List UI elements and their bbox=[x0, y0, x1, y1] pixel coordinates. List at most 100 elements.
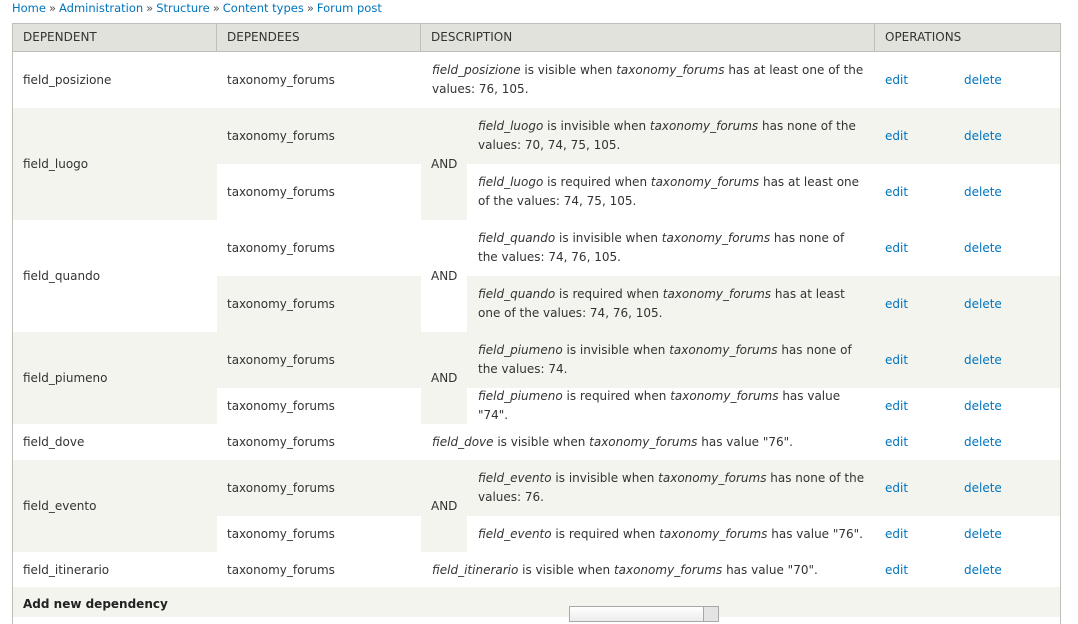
dependee-field-name: taxonomy_forums bbox=[227, 72, 335, 87]
dependency-description: field_posizione is visible when taxonomy… bbox=[432, 61, 866, 99]
table-row: field_evento AND taxonomy_forums field_even… bbox=[13, 460, 1060, 552]
dependent-cell: field_quando bbox=[13, 220, 216, 332]
dependent-field-italic: field_luogo bbox=[478, 175, 544, 189]
description-cell: field_posizione is visible when taxonomy… bbox=[421, 52, 874, 108]
description-values: has value "70". bbox=[722, 562, 818, 577]
edit-cell: edit bbox=[875, 332, 954, 388]
dependent-cell: field_evento bbox=[13, 460, 216, 552]
dependent-field-italic: field_posizione bbox=[432, 63, 521, 77]
dependee-field-italic: taxonomy_forums bbox=[659, 526, 768, 541]
delete-cell: delete bbox=[954, 332, 1060, 388]
delete-link[interactable]: delete bbox=[964, 241, 1002, 255]
edit-link[interactable]: edit bbox=[885, 241, 908, 255]
dependency-description: field_luogo is invisible when taxonomy_f… bbox=[478, 117, 866, 155]
dependent-field-name: field_piumeno bbox=[23, 370, 108, 385]
delete-link[interactable]: delete bbox=[964, 481, 1002, 495]
breadcrumb-separator: » bbox=[146, 1, 154, 15]
dependent-cell: field_luogo bbox=[13, 108, 216, 220]
edit-link[interactable]: edit bbox=[885, 399, 908, 413]
dependent-field-italic: field_evento bbox=[478, 526, 552, 541]
breadcrumb-separator: » bbox=[306, 1, 314, 15]
breadcrumb-structure[interactable]: Structure bbox=[156, 1, 210, 15]
description-condition: is required when bbox=[551, 526, 660, 541]
dependency-description: field_piumeno is invisible when taxonomy… bbox=[478, 341, 866, 379]
edit-cell: edit bbox=[875, 164, 954, 220]
edit-link[interactable]: edit bbox=[885, 73, 908, 87]
dependee-field-italic: taxonomy_forums bbox=[669, 343, 778, 357]
dependee-cell: taxonomy_forums bbox=[217, 220, 421, 276]
description-cell: field_luogo is invisible when taxonomy_f… bbox=[467, 108, 874, 164]
breadcrumb-content-types[interactable]: Content types bbox=[223, 1, 304, 15]
delete-link[interactable]: delete bbox=[964, 129, 1002, 143]
delete-link[interactable]: delete bbox=[964, 435, 1002, 449]
breadcrumb-forum-post[interactable]: Forum post bbox=[317, 1, 382, 15]
breadcrumb-administration[interactable]: Administration bbox=[59, 1, 143, 15]
dependent-field-italic: field_evento bbox=[478, 471, 552, 485]
delete-cell: delete bbox=[954, 276, 1060, 332]
description-condition: is invisible when bbox=[551, 471, 659, 485]
delete-link[interactable]: delete bbox=[964, 399, 1002, 413]
dependee-field-name: taxonomy_forums bbox=[227, 184, 335, 199]
dependee-field-name: taxonomy_forums bbox=[227, 398, 335, 413]
breadcrumb: Home» Administration» Structure» Content ty… bbox=[12, 1, 382, 15]
edit-cell: edit bbox=[875, 108, 954, 164]
dependee-cell: taxonomy_forums bbox=[217, 108, 421, 164]
table-row: field_itinerario taxonomy_forums field_iti… bbox=[13, 552, 1060, 588]
table-row: field_dove taxonomy_forums field_dove is v… bbox=[13, 424, 1060, 460]
table-row: field_quando AND taxonomy_forums field_quan… bbox=[13, 220, 1060, 332]
dependee-cell: taxonomy_forums bbox=[217, 388, 421, 424]
and-label: AND bbox=[431, 156, 458, 171]
delete-link[interactable]: delete bbox=[964, 73, 1002, 87]
delete-cell: delete bbox=[954, 164, 1060, 220]
description-cell: field_dove is visible when taxonomy_foru… bbox=[421, 424, 874, 460]
edit-link[interactable]: edit bbox=[885, 435, 908, 449]
edit-cell: edit bbox=[875, 516, 954, 552]
dependee-field-name: taxonomy_forums bbox=[227, 352, 335, 367]
dependent-field-italic: field_quando bbox=[478, 231, 556, 245]
edit-link[interactable]: edit bbox=[885, 563, 908, 577]
delete-cell: delete bbox=[954, 424, 1060, 460]
header-dependees: DEPENDEES bbox=[227, 30, 300, 44]
dependee-field-name: taxonomy_forums bbox=[227, 240, 335, 255]
dependency-description: field_evento is invisible when taxonomy_… bbox=[478, 469, 866, 507]
edit-link[interactable]: edit bbox=[885, 185, 908, 199]
dependent-field-italic: field_quando bbox=[478, 287, 556, 301]
dependency-description: field_evento is required when taxonomy_f… bbox=[478, 525, 863, 544]
edit-cell: edit bbox=[875, 388, 954, 424]
edit-link[interactable]: edit bbox=[885, 481, 908, 495]
description-values: has value "76". bbox=[767, 526, 863, 541]
dependent-cell: field_dove bbox=[13, 424, 216, 460]
description-condition: is required when bbox=[562, 389, 671, 403]
dependee-field-name: taxonomy_forums bbox=[227, 562, 335, 577]
delete-link[interactable]: delete bbox=[964, 353, 1002, 367]
dependee-cell: taxonomy_forums bbox=[217, 52, 421, 108]
edit-link[interactable]: edit bbox=[885, 527, 908, 541]
dependee-field-italic: taxonomy_forums bbox=[649, 119, 759, 133]
table-row: field_posizione taxonomy_forums field_posi… bbox=[13, 52, 1060, 108]
dependee-select[interactable] bbox=[569, 606, 719, 622]
and-cell: AND bbox=[421, 460, 467, 552]
add-dependency-title: Add new dependency bbox=[23, 597, 168, 611]
edit-link[interactable]: edit bbox=[885, 353, 908, 367]
dependent-field-italic: field_piumeno bbox=[478, 389, 563, 403]
dependent-field-name: field_evento bbox=[23, 498, 97, 513]
description-condition: is visible when bbox=[493, 434, 590, 449]
dependency-description: field_dove is visible when taxonomy_foru… bbox=[432, 433, 793, 452]
breadcrumb-home[interactable]: Home bbox=[12, 1, 46, 15]
delete-cell: delete bbox=[954, 552, 1060, 588]
dependent-field-name: field_itinerario bbox=[23, 562, 110, 577]
delete-link[interactable]: delete bbox=[964, 527, 1002, 541]
dependencies-table: DEPENDENT DEPENDEES DESCRIPTION OPERATIO… bbox=[12, 23, 1061, 624]
dependee-field-name: taxonomy_forums bbox=[227, 434, 335, 449]
dependent-field-name: field_dove bbox=[23, 434, 85, 449]
delete-link[interactable]: delete bbox=[964, 297, 1002, 311]
dependee-cell: taxonomy_forums bbox=[217, 552, 421, 588]
dependency-description: field_luogo is required when taxonomy_fo… bbox=[478, 173, 866, 211]
delete-link[interactable]: delete bbox=[964, 185, 1002, 199]
edit-link[interactable]: edit bbox=[885, 297, 908, 311]
breadcrumb-separator: » bbox=[48, 1, 57, 15]
delete-link[interactable]: delete bbox=[964, 563, 1002, 577]
description-condition: is visible when bbox=[518, 562, 614, 577]
edit-link[interactable]: edit bbox=[885, 129, 908, 143]
chevron-down-icon[interactable] bbox=[703, 607, 718, 621]
